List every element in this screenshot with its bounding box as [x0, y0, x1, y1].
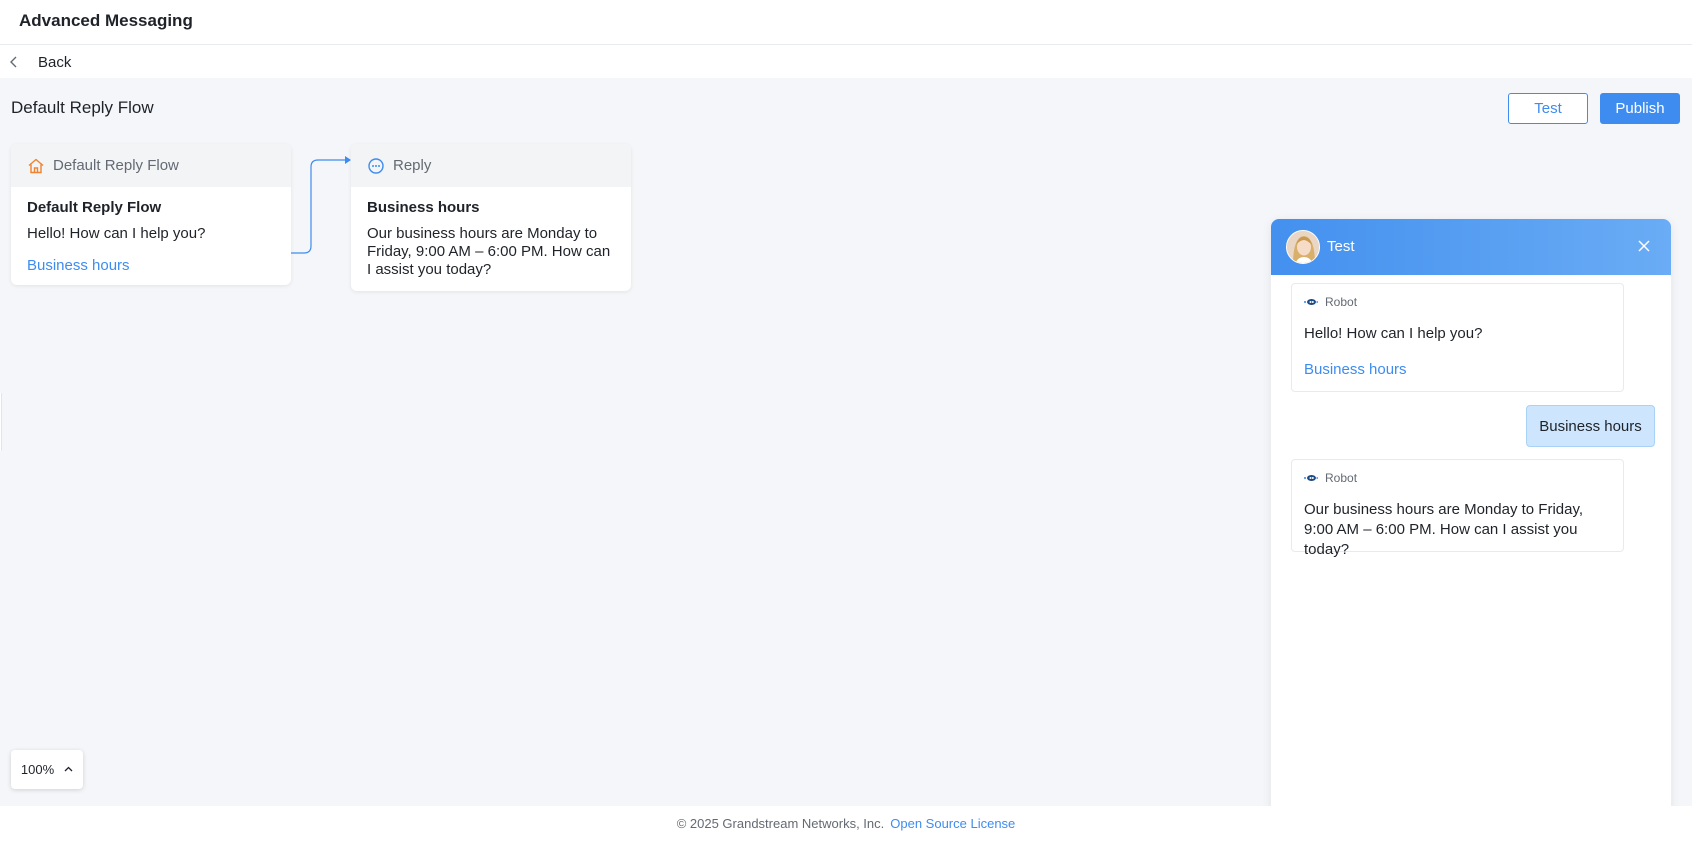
- footer: © 2025 Grandstream Networks, Inc. Open S…: [0, 806, 1692, 841]
- zoom-control[interactable]: 100%: [11, 750, 83, 789]
- test-button[interactable]: Test: [1508, 93, 1588, 124]
- back-button[interactable]: Back: [8, 50, 71, 74]
- node-message: Our business hours are Monday to Friday,…: [367, 225, 611, 278]
- sender-name: Robot: [1325, 471, 1358, 485]
- chevron-left-icon: [10, 56, 17, 68]
- node-option-link[interactable]: Business hours: [27, 257, 275, 275]
- node-name: Business hours: [367, 199, 480, 216]
- close-icon[interactable]: [1637, 239, 1651, 253]
- open-source-license-link[interactable]: Open Source License: [890, 816, 1015, 831]
- node-body: Business hours Our business hours are Mo…: [351, 187, 631, 291]
- publish-button[interactable]: Publish: [1600, 93, 1680, 124]
- chat-title: Test: [1327, 238, 1355, 255]
- home-icon: [28, 158, 44, 173]
- node-type-label: Reply: [393, 157, 432, 174]
- copyright-text: © 2025 Grandstream Networks, Inc.: [676, 816, 885, 831]
- back-label: Back: [38, 53, 72, 71]
- back-bar: Back: [0, 45, 1692, 78]
- node-header: Default Reply Flow: [11, 144, 291, 187]
- chat-header: Test: [1271, 219, 1671, 275]
- robot-icon: [1304, 299, 1318, 305]
- side-panel-handle[interactable]: [0, 393, 2, 451]
- quick-reply-link[interactable]: Business hours: [1304, 361, 1611, 378]
- node-name: Default Reply Flow: [27, 199, 162, 216]
- flow-canvas[interactable]: Default Reply Flow Test Publish Default …: [0, 78, 1692, 841]
- node-message: Hello! How can I help you?: [27, 225, 206, 242]
- app-title: Advanced Messaging: [19, 11, 193, 30]
- flow-node-reply[interactable]: Reply Business hours Our business hours …: [351, 144, 631, 291]
- top-bar: Advanced Messaging: [0, 0, 1692, 45]
- robot-message: Robot Our business hours are Monday to F…: [1291, 459, 1624, 558]
- message-text: Business hours: [1539, 417, 1642, 435]
- message-text: Our business hours are Monday to Friday,…: [1304, 501, 1584, 558]
- node-type-label: Default Reply Flow: [53, 157, 179, 174]
- robot-message: Robot Hello! How can I help you? Busines…: [1291, 283, 1624, 392]
- robot-icon: [1304, 475, 1318, 481]
- chevron-up-icon: [64, 766, 73, 772]
- avatar: [1286, 230, 1320, 264]
- flow-connector: [291, 156, 351, 254]
- user-message: Business hours: [1526, 405, 1655, 447]
- agent-avatar-image: [1287, 231, 1319, 263]
- message-text: Hello! How can I help you?: [1304, 325, 1483, 342]
- sender-name: Robot: [1325, 295, 1358, 309]
- chat-bubble-icon: [368, 157, 384, 174]
- test-chat-panel: Test Robot Hello! How can I help you? Bu…: [1271, 219, 1671, 841]
- node-body: Default Reply Flow Hello! How can I help…: [11, 187, 291, 285]
- flow-node-default-reply[interactable]: Default Reply Flow Default Reply Flow He…: [11, 144, 291, 285]
- page-title: Default Reply Flow: [11, 98, 154, 117]
- message-sender: Robot: [1304, 471, 1611, 485]
- message-sender: Robot: [1304, 295, 1611, 309]
- zoom-level: 100%: [20, 762, 55, 777]
- node-header: Reply: [351, 144, 631, 187]
